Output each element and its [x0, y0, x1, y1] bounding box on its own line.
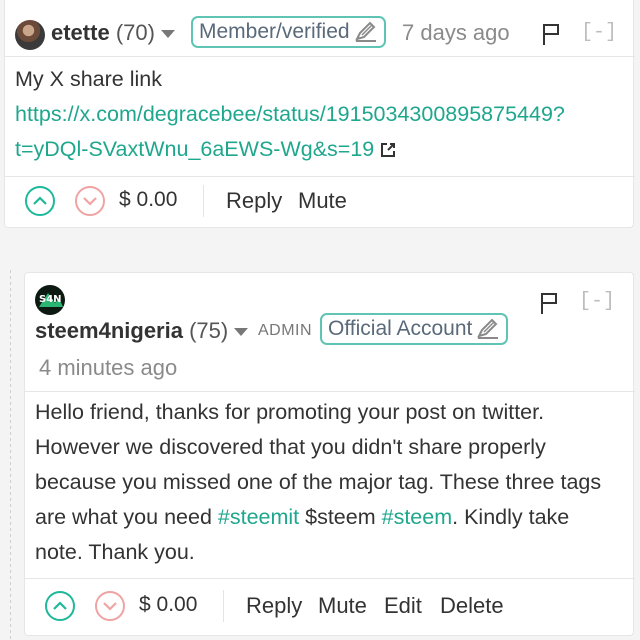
chevron-down-icon	[83, 197, 97, 206]
comment-body: Hello friend, thanks for promoting your …	[35, 395, 601, 570]
comment-card-steem4nigeria: S4N [-] steem4nigeria (75) ADMIN Officia…	[24, 272, 635, 636]
pen-icon	[477, 318, 499, 339]
collapse-toggle[interactable]: [-]	[581, 21, 617, 44]
reply-button[interactable]: Reply	[226, 188, 282, 214]
chevron-up-icon	[53, 601, 67, 610]
chevron-down-icon	[103, 602, 117, 611]
mute-button[interactable]: Mute	[318, 593, 367, 619]
hashtag-steemit[interactable]: #steemit	[218, 505, 299, 529]
author-name[interactable]: steem4nigeria (75)	[35, 318, 249, 344]
admin-label: ADMIN	[258, 322, 313, 339]
timestamp[interactable]: 4 minutes ago	[39, 355, 177, 381]
divider	[25, 578, 635, 579]
author-name[interactable]: etette (70)	[51, 20, 175, 46]
reputation: (75)	[189, 318, 229, 343]
upvote-button[interactable]	[25, 186, 55, 216]
body-line: However we discovered that you didn't sh…	[35, 435, 546, 459]
reputation: (70)	[115, 20, 155, 45]
member-verified-badge: Member/verified	[191, 16, 386, 48]
hashtag-steem[interactable]: #steem	[382, 505, 453, 529]
divider	[5, 56, 635, 57]
flag-icon[interactable]	[541, 22, 561, 46]
chevron-down-icon[interactable]	[160, 30, 175, 39]
avatar[interactable]: S4N	[35, 285, 65, 315]
body-line: note. Thank you.	[35, 540, 195, 564]
body-line: are what you need #steemit $steem #steem…	[35, 505, 570, 529]
chevron-down-icon[interactable]	[234, 328, 249, 337]
timestamp[interactable]: 7 days ago	[402, 20, 510, 46]
comment-body: My X share link https://x.com/degracebee…	[15, 62, 565, 167]
downvote-button[interactable]	[95, 591, 125, 621]
external-link-icon	[381, 143, 396, 157]
pen-icon	[354, 21, 376, 42]
comment-card-etette: etette (70) Member/verified 7 days ago […	[4, 0, 635, 228]
mute-button[interactable]: Mute	[298, 188, 347, 214]
share-link[interactable]: https://x.com/degracebee/status/19150343…	[15, 97, 565, 167]
chevron-up-icon	[33, 196, 47, 205]
separator	[203, 185, 204, 217]
svg-text:S4N: S4N	[39, 294, 62, 305]
divider	[5, 176, 635, 177]
body-line: because you missed one of the major tag.…	[35, 470, 602, 494]
s4n-logo-icon: S4N	[39, 293, 63, 307]
thread-line	[10, 270, 11, 640]
collapse-toggle[interactable]: [-]	[579, 290, 615, 313]
avatar[interactable]	[15, 20, 45, 50]
body-text: My X share link	[15, 67, 162, 91]
delete-button[interactable]: Delete	[440, 593, 504, 619]
official-account-badge: Official Account	[320, 313, 509, 345]
reply-button[interactable]: Reply	[246, 593, 302, 619]
edit-button[interactable]: Edit	[384, 593, 422, 619]
payout-value[interactable]: $ 0.00	[119, 188, 177, 212]
downvote-button[interactable]	[75, 186, 105, 216]
upvote-button[interactable]	[45, 591, 75, 621]
body-line: Hello friend, thanks for promoting your …	[35, 400, 545, 424]
flag-icon[interactable]	[539, 291, 559, 315]
divider	[25, 391, 635, 392]
payout-value[interactable]: $ 0.00	[139, 593, 197, 617]
separator	[223, 590, 224, 622]
